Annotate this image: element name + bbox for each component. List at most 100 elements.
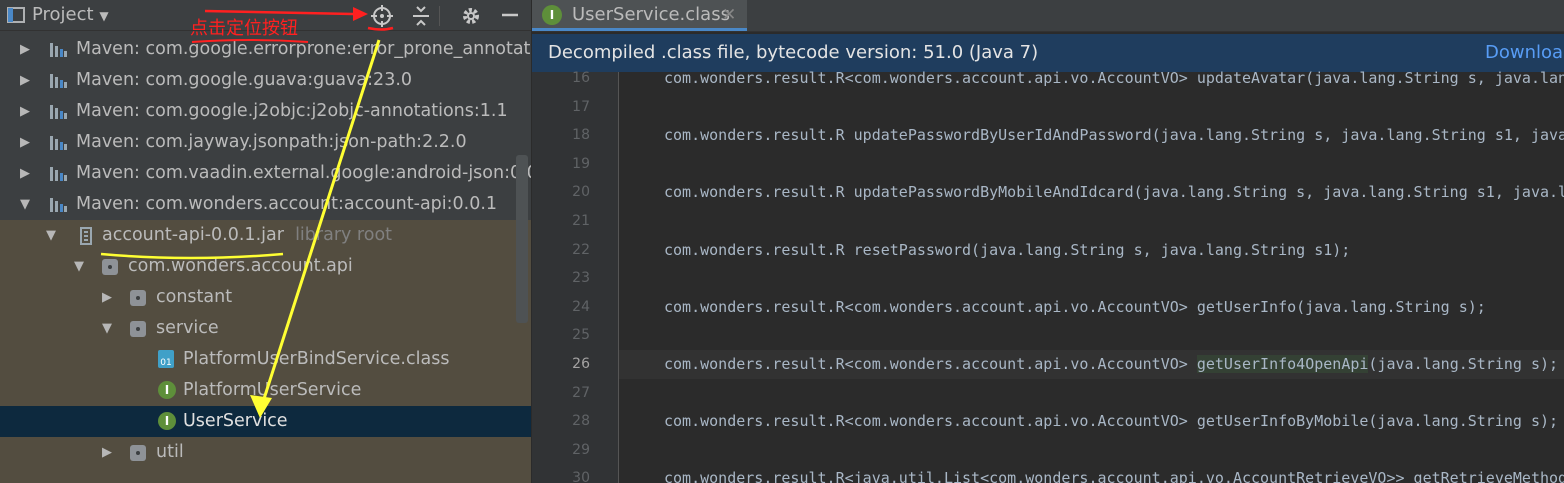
package-icon <box>130 290 146 306</box>
chevron-right-icon[interactable]: ▶ <box>102 437 112 468</box>
tree-item[interactable]: ▼ com.wonders.account.api <box>0 251 531 282</box>
code-text: (java.lang.String s); <box>1368 355 1559 373</box>
project-view-icon <box>6 5 26 30</box>
line-number: 17 <box>572 98 590 115</box>
settings-icon[interactable] <box>460 5 482 32</box>
tree-item-label: UserService <box>183 411 288 431</box>
tree-item-label: service <box>156 318 219 338</box>
tree-item[interactable]: ▶ Maven: com.google.guava:guava:23.0 <box>0 65 531 96</box>
package-icon <box>130 445 146 461</box>
chevron-right-icon[interactable]: ▶ <box>20 34 30 65</box>
library-root-label: library root <box>295 225 393 245</box>
chevron-down-icon[interactable]: ▼ <box>99 9 108 23</box>
locate-icon[interactable] <box>371 5 393 32</box>
line-number: 20 <box>572 184 590 201</box>
library-icon <box>48 102 68 122</box>
annotation-text: 点击定位按钮 <box>190 18 298 39</box>
tab-label: UserService.class <box>572 4 730 25</box>
project-title[interactable]: Project ▼ <box>32 3 109 28</box>
line-number: 30 <box>572 470 590 483</box>
line-number: 22 <box>572 241 590 258</box>
tree-item-label: constant <box>156 287 233 307</box>
library-icon <box>48 164 68 184</box>
chevron-down-icon[interactable]: ▼ <box>20 189 30 220</box>
tab-userservice-class[interactable]: I UserService.class ✕ <box>532 0 747 31</box>
tree-item[interactable]: ▶ Maven: com.google.j2objc:j2objc-annota… <box>0 96 531 127</box>
tree-item[interactable]: ▶ util <box>0 437 531 468</box>
library-icon <box>48 40 68 60</box>
editor-tabs: I UserService.class ✕ <box>532 0 1564 32</box>
collapse-all-icon[interactable] <box>410 5 432 32</box>
interface-icon: I <box>158 412 176 430</box>
code-line[interactable]: com.wonders.result.R<com.wonders.account… <box>664 293 1486 322</box>
tree-item[interactable]: ▶ Maven: com.vaadin.external.google:andr… <box>0 158 531 189</box>
library-icon <box>48 133 68 153</box>
tree-item[interactable]: ▼ account-api-0.0.1.jar library root <box>0 220 531 251</box>
tree-item[interactable]: I PlatformUserService <box>0 375 531 406</box>
chevron-right-icon[interactable]: ▶ <box>102 282 112 313</box>
chevron-down-icon[interactable]: ▼ <box>74 251 84 282</box>
chevron-right-icon[interactable]: ▶ <box>20 127 30 158</box>
tree-item[interactable]: ▼ service <box>0 313 531 344</box>
chevron-down-icon[interactable]: ▼ <box>102 313 112 344</box>
tree-item-label: Maven: com.vaadin.external.google:androi… <box>76 163 531 183</box>
package-icon <box>102 259 118 275</box>
tree-item-label: PlatformUserService <box>183 380 362 400</box>
tree-item-label: Maven: com.google.j2objc:j2objc-annotati… <box>76 101 508 121</box>
interface-icon: I <box>158 381 176 399</box>
chevron-right-icon[interactable]: ▶ <box>20 158 30 189</box>
interface-icon: I <box>542 5 562 25</box>
code-line[interactable]: com.wonders.result.R<java.util.List<com.… <box>664 464 1564 483</box>
tree-item-label: Maven: com.wonders.account:account-api:0… <box>76 194 498 214</box>
code-line[interactable]: com.wonders.result.R resetPassword(java.… <box>664 236 1350 265</box>
chevron-down-icon[interactable]: ▼ <box>46 220 56 251</box>
line-number: 19 <box>572 155 590 172</box>
chevron-right-icon[interactable]: ▶ <box>20 96 30 127</box>
line-number: 16 <box>572 70 590 86</box>
tree-item-label: PlatformUserBindService.class <box>183 349 450 369</box>
tree-item[interactable]: ▶ Maven: com.jayway.jsonpath:json-path:2… <box>0 127 531 158</box>
code-line[interactable]: com.wonders.result.R<com.wonders.account… <box>664 407 1558 436</box>
tree-item[interactable]: ▼ Maven: com.wonders.account:account-api… <box>0 189 531 220</box>
tree-item-label: Maven: com.jayway.jsonpath:json-path:2.2… <box>76 132 467 152</box>
line-number: 24 <box>572 298 590 315</box>
hide-icon[interactable] <box>500 5 520 30</box>
tree-item-label: Maven: com.google.guava:guava:23.0 <box>76 70 413 90</box>
tree-item-label: account-api-0.0.1.jar library root <box>102 220 392 251</box>
jar-icon <box>76 226 96 246</box>
editor-panel: I UserService.class ✕ Decompiled .class … <box>532 0 1564 483</box>
code-area[interactable]: com.wonders.result.R<com.wonders.account… <box>619 69 1564 483</box>
project-title-label: Project <box>32 4 94 25</box>
class-file-icon: 01 <box>158 350 174 368</box>
library-icon <box>48 195 68 215</box>
line-number: 26 <box>572 356 590 372</box>
code-line[interactable]: com.wonders.result.R updatePasswordByUse… <box>664 121 1564 150</box>
tree-item[interactable]: ▶ constant <box>0 282 531 313</box>
close-icon[interactable]: ✕ <box>722 3 736 27</box>
code-line[interactable]: com.wonders.result.R<com.wonders.account… <box>664 350 1558 379</box>
chevron-right-icon[interactable]: ▶ <box>20 65 30 96</box>
line-number: 29 <box>572 441 590 458</box>
line-number: 21 <box>572 213 590 229</box>
tree-item-partial <box>0 468 531 483</box>
tree-item-label: Maven: com.google.errorprone:error_prone… <box>76 39 531 59</box>
line-number: 28 <box>572 413 590 430</box>
line-number: 23 <box>572 270 590 287</box>
toolbar-separator <box>439 6 440 26</box>
line-number: 18 <box>572 127 590 144</box>
library-icon <box>48 71 68 91</box>
code-line[interactable]: com.wonders.result.R<com.wonders.account… <box>664 64 1564 93</box>
tree-item-label: util <box>156 442 184 462</box>
line-number: 27 <box>572 384 590 401</box>
tree-item[interactable]: 01 PlatformUserBindService.class <box>0 344 531 375</box>
jar-name: account-api-0.0.1.jar <box>102 225 284 245</box>
tree-item-selected[interactable]: I UserService <box>0 406 531 437</box>
project-panel: Project ▼ ▶ Maven: com.google.errorprone… <box>0 0 531 483</box>
code-line[interactable]: com.wonders.result.R updatePasswordByMob… <box>664 178 1564 207</box>
tree-item-label: com.wonders.account.api <box>128 256 353 276</box>
highlighted-identifier[interactable]: getUserInfo4OpenApi <box>1196 355 1369 373</box>
code-text: com.wonders.result.R<com.wonders.account… <box>664 355 1197 373</box>
tree-scrollbar[interactable] <box>516 155 528 323</box>
line-number: 25 <box>572 327 590 344</box>
package-icon <box>130 321 146 337</box>
